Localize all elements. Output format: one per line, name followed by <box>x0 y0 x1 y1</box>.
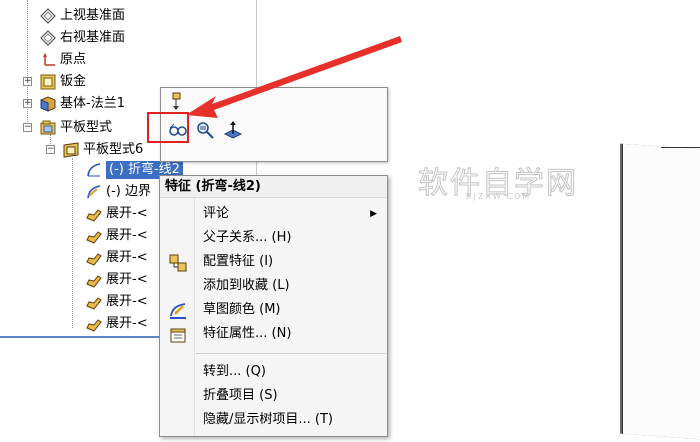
menu-item-label: 评论 <box>203 206 230 221</box>
menu-item-label: 隐藏/显示树项目... (T) <box>203 412 333 427</box>
menu-item-label: 草图颜色 (M) <box>203 302 281 317</box>
menu-item-parent-child[interactable]: 父子关系... (H) <box>160 226 387 250</box>
menu-item-collapse-items[interactable]: 折叠项目 (S) <box>160 384 387 408</box>
menu-item-label: 父子关系... (H) <box>203 230 292 245</box>
arrow-icon <box>186 36 402 118</box>
submenu-arrow-icon: ▶ <box>370 209 377 219</box>
menu-item-label: 特征属性... (N) <box>203 326 292 341</box>
menu-item-comment[interactable]: 评论 ▶ <box>160 202 387 226</box>
sketch-color-icon <box>169 302 187 320</box>
menu-item-goto[interactable]: 转到... (Q) <box>160 360 387 384</box>
menu-item-label: 折叠项目 (S) <box>203 388 278 403</box>
menu-item-sketch-color[interactable]: 草图颜色 (M) <box>160 298 387 322</box>
menu-item-hide-show-tree[interactable]: 隐藏/显示树项目... (T) <box>160 408 387 432</box>
menu-item-configure-feature[interactable]: 配置特征 (I) <box>160 250 387 274</box>
context-menu: 特征 (折弯-线2) 评论 ▶ 父子关系... (H) 配置特征 (I) 添加到… <box>159 175 388 437</box>
menu-item-label: 配置特征 (I) <box>203 254 274 269</box>
menu-item-label: 添加到收藏 (L) <box>203 278 290 293</box>
configure-feature-icon <box>169 254 187 272</box>
feature-properties-icon <box>169 326 187 344</box>
menu-item-label: 转到... (Q) <box>203 364 266 379</box>
context-menu-title: 特征 (折弯-线2) <box>160 176 387 198</box>
menu-item-feature-properties[interactable]: 特征属性... (N) <box>160 322 387 346</box>
menu-separator <box>196 353 386 354</box>
menu-item-add-favorite[interactable]: 添加到收藏 (L) <box>160 274 387 298</box>
